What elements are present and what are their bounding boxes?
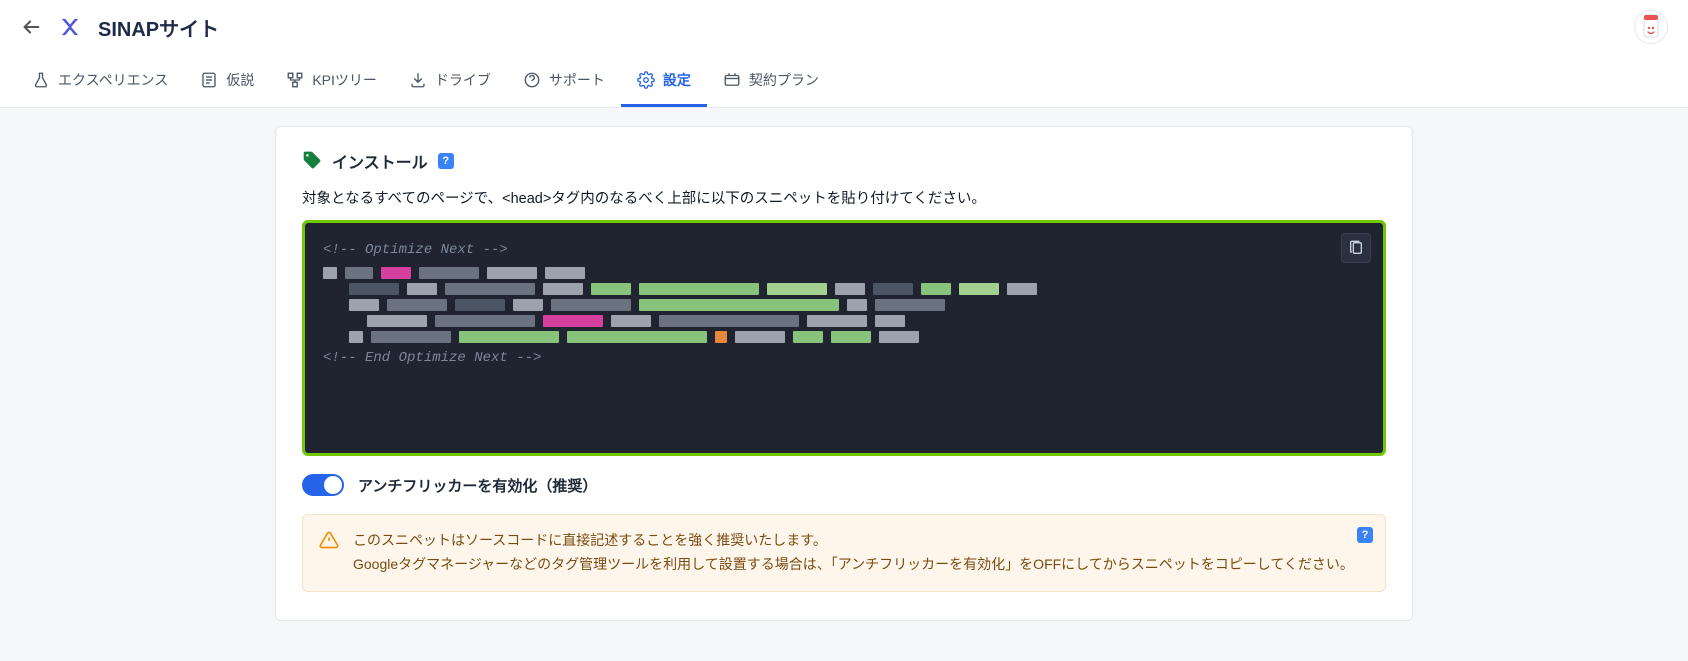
topbar: SINAPサイト xyxy=(0,0,1688,48)
app-logo-icon[interactable] xyxy=(56,13,84,41)
tab-label: エクスペリエンス xyxy=(58,70,168,90)
tab-label: KPIツリー xyxy=(312,70,377,90)
warning-icon xyxy=(319,530,339,577)
code-snippet-container: <!-- Optimize Next --> <!-- End Optimize… xyxy=(302,220,1386,456)
install-card: インストール ? 対象となるすべてのページで、<head>タグ内のなるべく上部に… xyxy=(275,126,1413,621)
avatar[interactable] xyxy=(1634,10,1668,44)
code-comment-start: <!-- Optimize Next --> xyxy=(323,239,1365,263)
alert-help-icon[interactable]: ? xyxy=(1357,527,1373,543)
anti-flicker-row: アンチフリッカーを有効化（推奨） xyxy=(302,474,1386,496)
anti-flicker-toggle[interactable] xyxy=(302,474,344,496)
code-comment-end: <!-- End Optimize Next --> xyxy=(323,347,1365,371)
tab-experience[interactable]: エクスペリエンス xyxy=(16,60,184,107)
tab-label: 設定 xyxy=(663,70,691,90)
alert-line-1: このスニペットはソースコードに直接記述することを強く推奨いたします。 xyxy=(353,529,1354,553)
alert-line-2: Googleタグマネージャーなどのタグ管理ツールを利用して設置する場合は、「アン… xyxy=(353,553,1354,577)
section-header: インストール ? xyxy=(302,149,1386,173)
site-title: SINAPサイト xyxy=(98,13,219,42)
section-title: インストール xyxy=(332,149,428,173)
topbar-left: SINAPサイト xyxy=(20,13,219,42)
tag-icon xyxy=(302,150,322,173)
copy-clipboard-button[interactable] xyxy=(1341,233,1371,263)
help-icon[interactable]: ? xyxy=(438,153,454,169)
tab-label: サポート xyxy=(549,70,605,90)
tab-label: 仮説 xyxy=(226,70,254,90)
install-description: 対象となるすべてのページで、<head>タグ内のなるべく上部に以下のスニペットを… xyxy=(302,187,1386,208)
code-snippet[interactable]: <!-- Optimize Next --> <!-- End Optimize… xyxy=(305,223,1383,453)
alert-body: このスニペットはソースコードに直接記述することを強く推奨いたします。 Googl… xyxy=(353,529,1354,577)
tab-settings[interactable]: 設定 xyxy=(621,60,707,107)
warning-alert: このスニペットはソースコードに直接記述することを強く推奨いたします。 Googl… xyxy=(302,514,1386,592)
tab-kpi-tree[interactable]: KPIツリー xyxy=(270,60,393,107)
tab-hypothesis[interactable]: 仮説 xyxy=(184,60,270,107)
page-body: インストール ? 対象となるすべてのページで、<head>タグ内のなるべく上部に… xyxy=(0,108,1688,661)
tab-label: 契約プラン xyxy=(749,70,819,90)
tab-plan[interactable]: 契約プラン xyxy=(707,60,835,107)
anti-flicker-label: アンチフリッカーを有効化（推奨） xyxy=(358,475,597,496)
tab-nav: エクスペリエンス 仮説 KPIツリー ドライブ サポート 設定 契約プラン xyxy=(0,48,1688,108)
tab-drive[interactable]: ドライブ xyxy=(393,60,507,107)
back-arrow-icon[interactable] xyxy=(20,16,42,38)
tab-support[interactable]: サポート xyxy=(507,60,621,107)
tab-label: ドライブ xyxy=(435,70,491,90)
